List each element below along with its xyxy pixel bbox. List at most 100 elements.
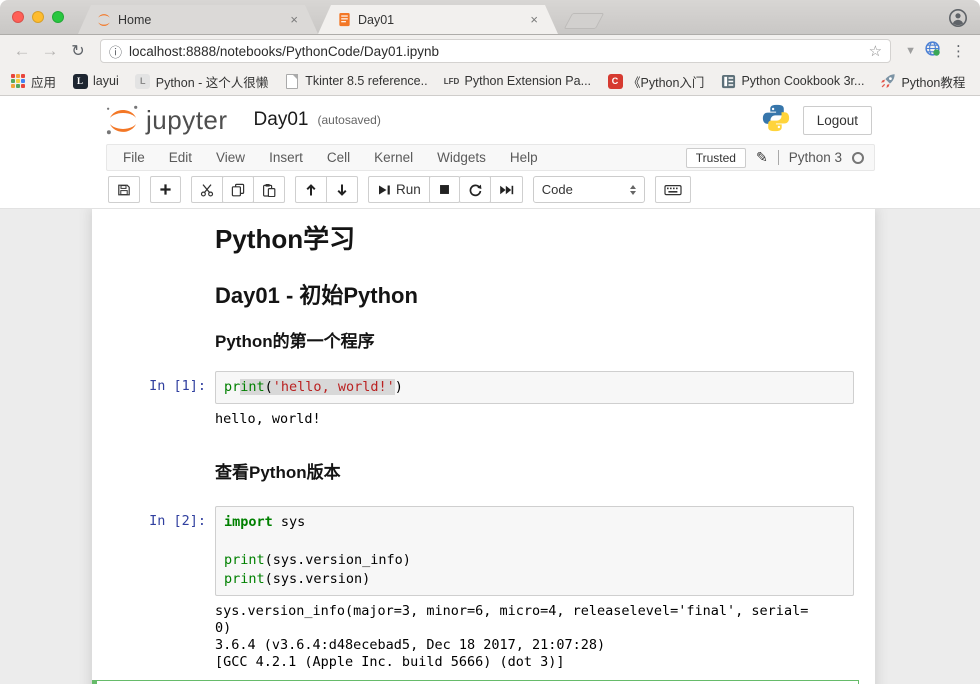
notebook-container: Python学习 Day01 - 初始Python Python的第一个程序 I… (92, 209, 875, 684)
page-icon (284, 73, 300, 89)
notebook-favicon-icon (336, 12, 352, 28)
heading-python-study: Python学习 (215, 224, 854, 254)
jupyter-logo[interactable]: jupyter (104, 104, 228, 136)
output-area: sys.version_info(major=3, minor=6, micro… (215, 601, 854, 671)
bookmark-label: 应用 (31, 72, 56, 91)
cell-type-select[interactable]: Code (533, 176, 645, 203)
notebook-area: Python学习 Day01 - 初始Python Python的第一个程序 I… (0, 209, 980, 684)
markdown-cell-h3-version[interactable]: 查看Python版本 (92, 457, 859, 489)
menu-help[interactable]: Help (498, 150, 550, 165)
copy-cell-button[interactable] (222, 176, 254, 203)
save-button[interactable] (108, 176, 140, 203)
cell-type-value: Code (542, 182, 573, 197)
interrupt-kernel-button[interactable] (429, 176, 460, 203)
arrow-down-icon (335, 183, 349, 197)
bookmark-layui[interactable]: L layui (72, 73, 119, 89)
menu-insert[interactable]: Insert (257, 150, 315, 165)
run-cell-button[interactable]: Run (368, 176, 430, 203)
zoom-window-button[interactable] (52, 11, 64, 23)
bookmark-label: 《Python入门 (628, 72, 704, 91)
menubar: File Edit View Insert Cell Kernel Widget… (106, 144, 875, 171)
cut-cell-button[interactable] (191, 176, 223, 203)
menu-cell[interactable]: Cell (315, 150, 362, 165)
code-cell-2[interactable]: In [2]: import sys print(sys.version_inf… (92, 501, 859, 676)
reload-button[interactable]: ↻ (66, 41, 90, 61)
profile-icon[interactable] (948, 8, 968, 33)
url-text[interactable]: localhost:8888/notebooks/PythonCode/Day0… (129, 44, 862, 59)
prompt-spacer (101, 282, 215, 309)
select-carets-icon (630, 185, 636, 195)
apps-grid-icon (10, 73, 26, 89)
extension-globe-icon[interactable] (924, 40, 941, 62)
tab-day01[interactable]: Day01 × (318, 5, 558, 34)
tab-label: Home (118, 13, 282, 27)
move-cell-down-button[interactable] (326, 176, 358, 203)
bookmark-python-intro[interactable]: C 《Python入门 (607, 72, 704, 91)
code-editor[interactable]: print('hello, world!') (215, 371, 854, 404)
plus-icon (159, 183, 172, 196)
code-editor[interactable]: import sys print(sys.version_info)print(… (215, 506, 854, 596)
bookmark-python-tutorial[interactable]: Python教程 (880, 72, 965, 91)
traffic-lights (0, 0, 78, 34)
close-window-button[interactable] (12, 11, 24, 23)
divider (778, 150, 779, 165)
move-cell-up-button[interactable] (295, 176, 327, 203)
book-grid-icon (720, 73, 736, 89)
tab-label: Day01 (358, 13, 522, 27)
bookmark-tkinter[interactable]: Tkinter 8.5 reference.. (284, 73, 427, 89)
bookmark-label: Python Cookbook 3r... (741, 74, 864, 88)
code-cell-1[interactable]: In [1]: print('hello, world!') hello, wo… (92, 366, 859, 433)
back-button[interactable]: ← (10, 41, 34, 61)
tab-close-icon[interactable]: × (528, 12, 540, 27)
menubar-row: File Edit View Insert Cell Kernel Widget… (0, 144, 980, 171)
stop-icon (438, 183, 451, 196)
bookmark-star-icon[interactable]: ☆ (869, 42, 882, 60)
rocket-icon (880, 73, 896, 89)
tab-close-icon[interactable]: × (288, 12, 300, 27)
menu-view[interactable]: View (204, 150, 257, 165)
forward-button[interactable]: → (38, 41, 62, 61)
heading-day01: Day01 - 初始Python (215, 282, 854, 309)
browser-window: Home × Day01 × ← → ↻ ⓘ localhost:8888/no… (0, 0, 980, 684)
browser-menu-icon[interactable]: ⋮ (945, 42, 970, 60)
new-tab-button[interactable] (564, 13, 605, 29)
step-forward-icon (377, 183, 391, 197)
code-cell-3-selected[interactable]: In [ ]: (92, 680, 859, 684)
jupyter-logo-icon (104, 104, 142, 136)
restart-run-all-button[interactable] (490, 176, 523, 203)
add-cell-button[interactable] (150, 176, 181, 203)
markdown-cell-h1[interactable]: Python学习 (92, 219, 859, 259)
menu-edit[interactable]: Edit (157, 150, 204, 165)
python-logo-icon (761, 103, 791, 138)
menu-kernel[interactable]: Kernel (362, 150, 425, 165)
paste-cell-button[interactable] (253, 176, 285, 203)
bookmark-apps[interactable]: 应用 (10, 72, 56, 91)
run-label: Run (396, 182, 421, 197)
bookmark-python-extension[interactable]: LFD Python Extension Pa... (444, 73, 591, 89)
prompt-spacer (101, 462, 215, 484)
paste-icon (262, 183, 276, 197)
output-area: hello, world! (215, 409, 854, 428)
restart-kernel-button[interactable] (459, 176, 491, 203)
trusted-button[interactable]: Trusted (686, 148, 746, 168)
markdown-cell-h3-first-program[interactable]: Python的第一个程序 (92, 326, 859, 358)
site-info-icon[interactable]: ⓘ (109, 42, 122, 61)
logout-button[interactable]: Logout (803, 106, 872, 135)
kernel-name[interactable]: Python 3 (789, 150, 842, 165)
command-palette-button[interactable] (655, 176, 691, 203)
letter-l-icon: L (135, 73, 151, 89)
minimize-window-button[interactable] (32, 11, 44, 23)
markdown-cell-h2[interactable]: Day01 - 初始Python (92, 277, 859, 314)
bookmark-python-blog[interactable]: L Python - 这个人很懒 (135, 72, 269, 91)
tab-strip: Home × Day01 × (0, 0, 980, 35)
address-bar[interactable]: ⓘ localhost:8888/notebooks/PythonCode/Da… (100, 39, 891, 63)
menu-widgets[interactable]: Widgets (425, 150, 498, 165)
tab-home[interactable]: Home × (78, 5, 318, 34)
notebook-title[interactable]: Day01 (254, 109, 309, 131)
arrow-up-icon (304, 183, 318, 197)
downloads-caret-icon[interactable]: ▼ (901, 45, 920, 57)
prompt-spacer (101, 224, 215, 254)
bookmark-python-cookbook[interactable]: Python Cookbook 3r... (720, 73, 864, 89)
menu-file[interactable]: File (111, 150, 157, 165)
bookmark-label: layui (93, 74, 119, 88)
